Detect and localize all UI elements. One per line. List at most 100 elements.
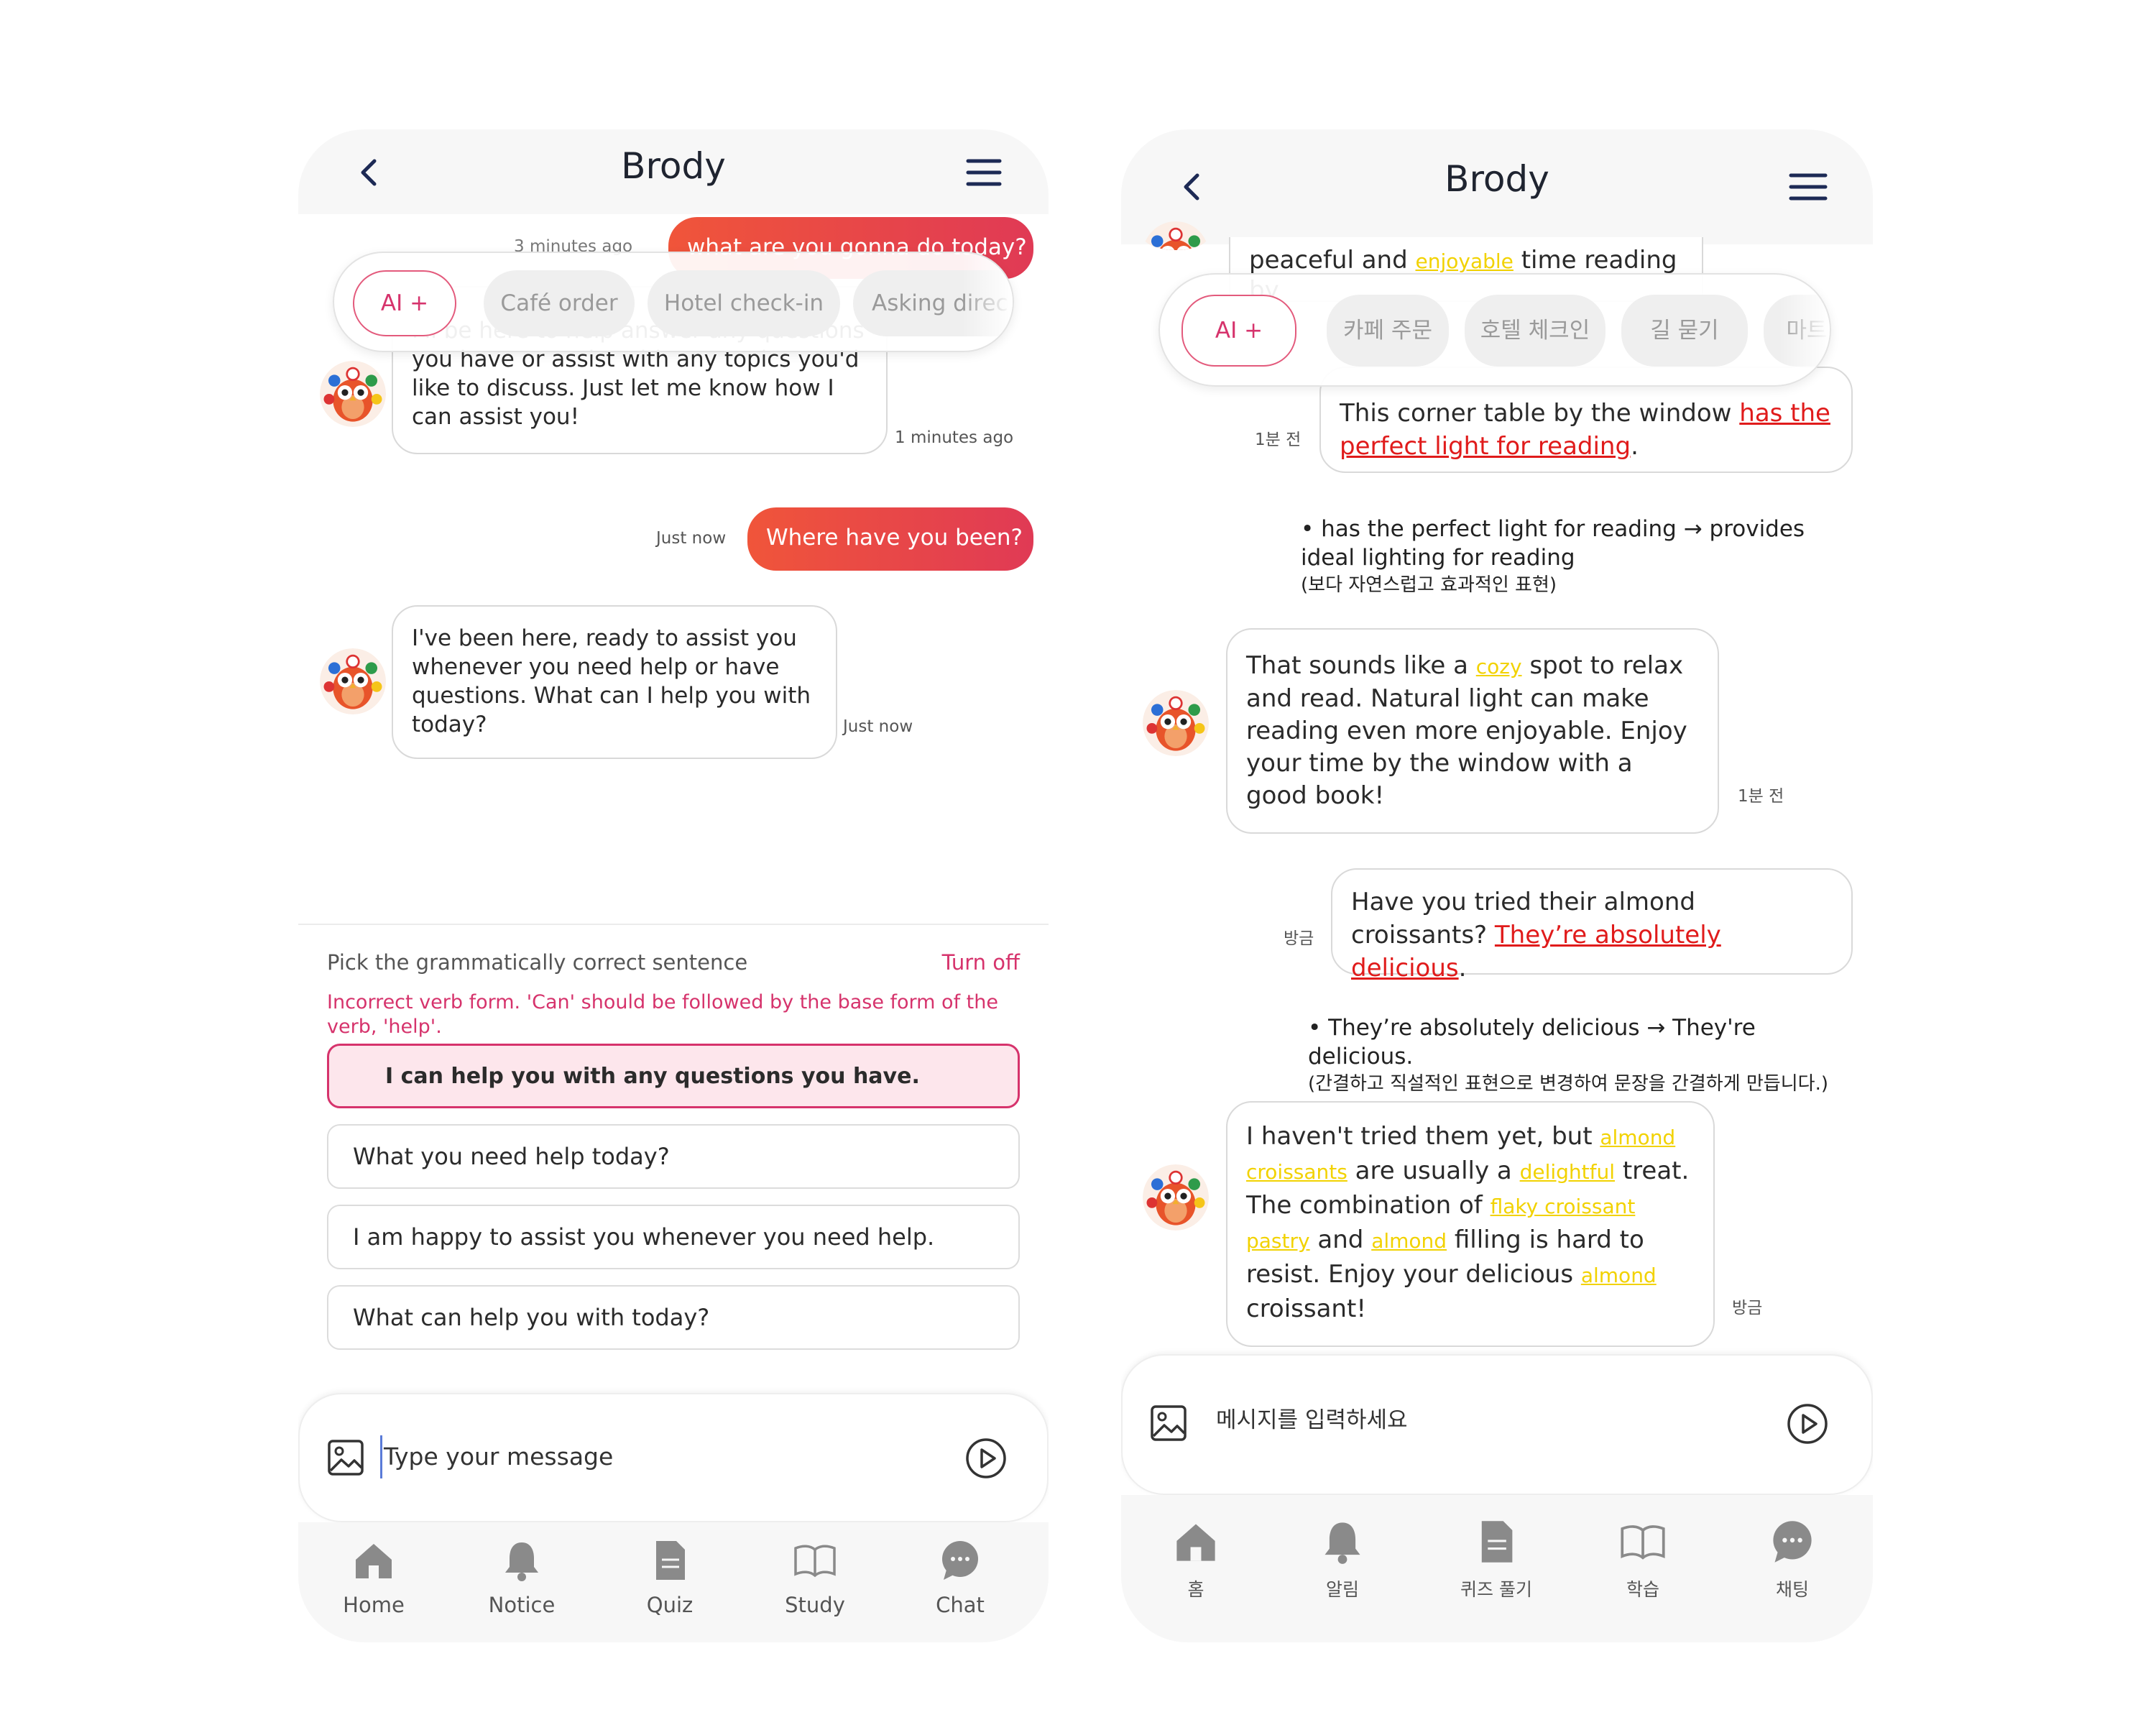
owl-avatar-icon <box>1143 1164 1209 1230</box>
highlighted-word[interactable]: delightful <box>1520 1160 1615 1184</box>
tab-label: Quiz <box>646 1593 694 1617</box>
quiz-title: Pick the grammatically correct sentence <box>327 950 748 975</box>
message-timestamp: Just now <box>843 717 913 736</box>
message-text: and <box>1309 1225 1372 1254</box>
message-text: That sounds like a <box>1246 651 1476 680</box>
message-timestamp: 방금 <box>1732 1299 1763 1317</box>
correction-text: • They’re absolutely delicious → They're… <box>1308 1015 1756 1070</box>
chip-hotel-check-in[interactable]: 호텔 체크인 <box>1465 295 1606 367</box>
tab-notice[interactable]: Notice <box>446 1538 597 1617</box>
chips-fade-overlay <box>962 253 1013 351</box>
turn-off-link[interactable]: Turn off <box>942 950 1020 975</box>
hamburger-menu-icon[interactable] <box>1785 164 1831 210</box>
message-text: . <box>1458 954 1467 983</box>
tab-study[interactable]: 학습 <box>1578 1518 1708 1601</box>
correction-explanation: (보다 자연스럽고 효과적인 표현) <box>1301 574 1557 596</box>
chip-hotel-check-in[interactable]: Hotel check-in <box>648 270 840 336</box>
chat-title: Brody <box>1445 158 1549 200</box>
correction-note: • has the perfect light for reading → pr… <box>1301 515 1861 598</box>
tab-chat[interactable]: Chat <box>885 1538 1036 1617</box>
hamburger-menu-icon[interactable] <box>961 150 1007 196</box>
quiz-option[interactable]: I am happy to assist you whenever you ne… <box>327 1205 1020 1269</box>
chips-fade-overlay <box>1779 275 1830 385</box>
chip-cafe-order[interactable]: 카페 주문 <box>1327 295 1449 367</box>
owl-avatar-icon <box>1143 690 1209 756</box>
tab-quiz[interactable]: Quiz <box>594 1538 745 1617</box>
highlighted-word[interactable]: almond <box>1581 1264 1657 1287</box>
bot-message-bubble: I haven't tried them yet, but almond cro… <box>1226 1101 1715 1347</box>
topic-chips-bar: AI + Café order Hotel check-in Asking di… <box>333 252 1014 352</box>
tab-label: 채팅 <box>1775 1579 1809 1600</box>
tab-label: Home <box>343 1593 405 1617</box>
tab-home[interactable]: 홈 <box>1131 1518 1261 1601</box>
bottom-tab-bar: Home Notice Quiz Study Chat <box>298 1522 1049 1642</box>
user-message-bubble: Where have you been? <box>747 507 1033 571</box>
tab-label: Notice <box>488 1593 556 1617</box>
tab-study[interactable]: Study <box>740 1538 890 1617</box>
chat-header: Brody <box>298 129 1049 214</box>
message-text: . <box>1631 432 1639 461</box>
message-timestamp: Just now <box>656 529 727 548</box>
left-phone-screen: Brody 3 minutes ago what are you gonna d… <box>298 129 1049 1642</box>
chip-ai-plus[interactable]: AI + <box>1181 295 1296 367</box>
home-icon <box>1176 1524 1215 1561</box>
chat-title: Brody <box>621 145 726 187</box>
topic-chips-bar: AI + 카페 주문 호텔 체크인 길 묻기 마트 <box>1158 273 1831 387</box>
owl-avatar-icon <box>320 361 386 427</box>
quiz-option[interactable]: What can help you with today? <box>327 1285 1020 1350</box>
message-timestamp: 1 minutes ago <box>895 428 1014 447</box>
chat-bubble-icon <box>942 1541 978 1580</box>
tab-label: 홈 <box>1187 1579 1204 1600</box>
highlighted-word[interactable]: enjoyable <box>1416 249 1514 273</box>
image-icon[interactable] <box>326 1438 366 1478</box>
correction-note: • They’re absolutely delicious → They're… <box>1308 1013 1861 1097</box>
tab-home[interactable]: Home <box>298 1538 449 1617</box>
quiz-option[interactable]: What you need help today? <box>327 1124 1020 1189</box>
message-timestamp: 방금 <box>1284 929 1314 948</box>
message-input-area: 메시지를 입력하세요 <box>1121 1354 1873 1495</box>
bot-message-bubble: I've been here, ready to assist you when… <box>392 605 837 759</box>
tab-notice[interactable]: 알림 <box>1278 1518 1407 1601</box>
image-icon[interactable] <box>1148 1403 1189 1443</box>
bell-icon <box>1325 1522 1360 1564</box>
chip-asking-directions[interactable]: 길 묻기 <box>1621 295 1748 367</box>
message-text: are usually a <box>1347 1156 1520 1185</box>
bell-icon <box>505 1542 538 1581</box>
message-text: peaceful and <box>1249 246 1416 275</box>
book-icon <box>794 1545 836 1578</box>
send-play-icon[interactable] <box>1787 1403 1828 1445</box>
tab-label: 알림 <box>1325 1579 1359 1600</box>
tab-chat[interactable]: 채팅 <box>1728 1518 1857 1601</box>
quiz-feedback-message: Incorrect verb form. 'Can' should be fol… <box>327 991 998 1038</box>
user-message-bubble: Have you tried their almond croissants? … <box>1331 868 1853 983</box>
bot-message-bubble: That sounds like a cozy spot to relax an… <box>1226 628 1719 834</box>
bottom-tab-bar: 홈 알림 퀴즈 풀기 학습 채팅 <box>1121 1495 1873 1642</box>
message-input-area: Type your message <box>298 1393 1049 1522</box>
tab-label: 퀴즈 풀기 <box>1460 1579 1532 1600</box>
document-icon <box>656 1541 685 1580</box>
tab-label: Chat <box>936 1593 985 1617</box>
highlighted-word[interactable]: almond <box>1371 1229 1447 1253</box>
message-input[interactable]: 메시지를 입력하세요 <box>1216 1399 1719 1442</box>
message-text: I haven't tried them yet, but <box>1246 1122 1600 1151</box>
message-text: croissant! <box>1246 1294 1366 1323</box>
highlighted-word[interactable]: cozy <box>1476 655 1522 678</box>
message-input[interactable]: Type your message <box>380 1435 883 1478</box>
owl-avatar-icon <box>1143 221 1209 250</box>
correction-text: • has the perfect light for reading → pr… <box>1301 516 1805 571</box>
owl-avatar-icon <box>320 648 386 714</box>
chat-bubble-icon <box>1773 1521 1812 1563</box>
message-text: This corner table by the window <box>1340 399 1740 428</box>
right-phone-screen: Brody peaceful and enjoyable time readin… <box>1121 129 1873 1642</box>
quiz-option-selected[interactable]: I can help you with any questions you ha… <box>327 1044 1020 1108</box>
tab-label: Study <box>785 1593 845 1617</box>
message-timestamp: 1분 전 <box>1738 787 1784 806</box>
message-timestamp: 1분 전 <box>1255 431 1302 449</box>
chip-ai-plus[interactable]: AI + <box>353 270 456 336</box>
chip-cafe-order[interactable]: Café order <box>484 270 635 336</box>
home-icon <box>356 1544 392 1578</box>
send-play-icon[interactable] <box>965 1438 1007 1479</box>
correction-explanation: (간결하고 직설적인 표현으로 변경하여 문장을 간결하게 만듭니다.) <box>1308 1073 1828 1095</box>
tab-quiz[interactable]: 퀴즈 풀기 <box>1424 1518 1568 1601</box>
chat-header: Brody <box>1121 129 1873 244</box>
